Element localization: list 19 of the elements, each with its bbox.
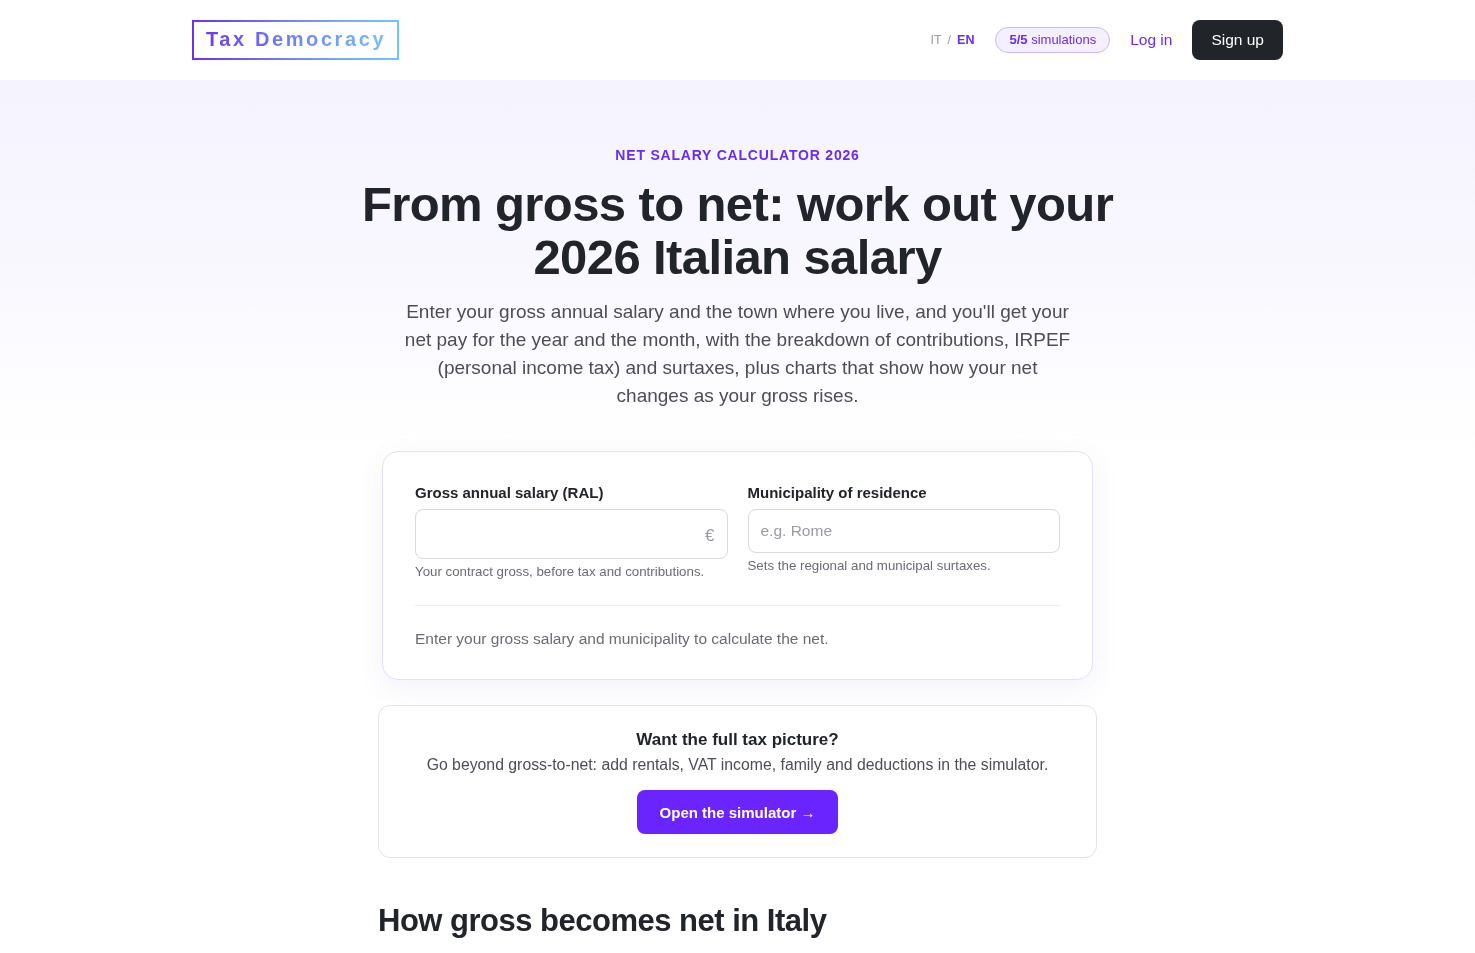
- language-option[interactable]: EN: [957, 33, 975, 47]
- field-hint: Your contract gross, before tax and contributions.: [415, 563, 705, 581]
- field-hint: Sets the regional and municipal surtaxes.: [747, 557, 991, 575]
- simulations-counter: 5/5 simulations: [995, 27, 1111, 53]
- field-label: Gross annual salary (RAL): [415, 483, 604, 503]
- promo-text: Go beyond gross-to-net: add rentals, VAT income, family and deductions in the simulator.: [426, 755, 1049, 775]
- field-label: Municipality of residence: [747, 483, 927, 503]
- login-link[interactable]: Log in: [1130, 31, 1173, 49]
- section-heading: How gross becomes net in Italy: [378, 904, 828, 938]
- eyebrow-text: NET SALARY CALCULATOR 2026: [615, 146, 860, 164]
- currency-symbol: €: [705, 526, 715, 546]
- promo-title: Want the full tax picture?: [636, 729, 839, 751]
- open-simulator-button[interactable]: Open the simulator →: [636, 790, 839, 834]
- page-title: From gross to net: work out your 2026 Italian salary: [360, 178, 1115, 284]
- language-separator: /: [947, 33, 952, 47]
- intro-paragraph: Enter your gross annual salary and the town where you live, and you'll get your net pay for the year and the month, with the breakdown of contributions, IRPEF (personal income tax) and surtaxes, plus charts that show how your net changes as your gross rises.: [403, 300, 1072, 408]
- signup-button[interactable]: Sign up: [1192, 20, 1283, 60]
- input-field[interactable]: e.g. Rome: [747, 509, 1060, 553]
- status-message: Enter your gross salary and municipality to calculate the net.: [415, 629, 830, 649]
